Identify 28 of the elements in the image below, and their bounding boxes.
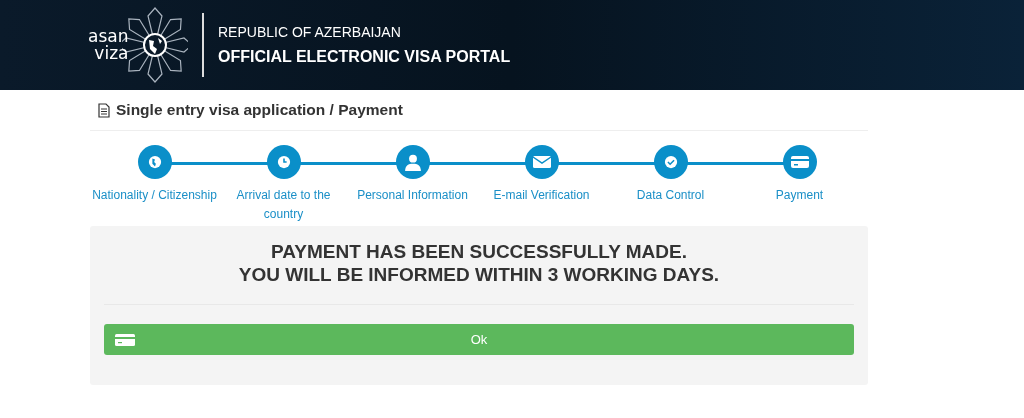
step-label: Data Control [636,187,705,204]
credit-card-icon [115,334,135,346]
logo-text: asan [88,28,129,45]
step-label: E-mail Verification [493,187,590,204]
ok-button[interactable]: Ok [104,324,854,355]
credit-card-icon [789,154,810,170]
logo-text: viza [94,45,129,62]
clock-icon [276,155,291,169]
step-circle[interactable] [266,145,301,179]
page-title: Single entry visa application / Payment [116,101,403,119]
step-label: Arrival date to the country [235,187,332,223]
step-circle[interactable] [782,145,817,179]
header-title: OFFICIAL ELECTRONIC VISA PORTAL [218,48,511,66]
step-circle[interactable] [524,145,559,179]
step-label: Payment [775,187,824,204]
step-label: Nationality / Citizenship [92,187,217,204]
success-message: YOU WILL BE INFORMED WITHIN 3 WORKING DAYS. [237,263,721,286]
step-circle[interactable] [653,145,688,179]
step-circle[interactable] [137,145,172,179]
step-label: Personal Information [357,187,468,204]
globe-icon [147,155,162,169]
success-message: PAYMENT HAS BEEN SUCCESSFULLY MADE. [270,240,688,263]
check-circle-icon [663,155,678,169]
document-icon [98,102,110,118]
user-icon [403,153,422,171]
header-subtitle: REPUBLIC OF AZERBAIJAN [218,24,402,40]
mail-icon [531,154,552,170]
step-circle[interactable] [395,145,430,179]
